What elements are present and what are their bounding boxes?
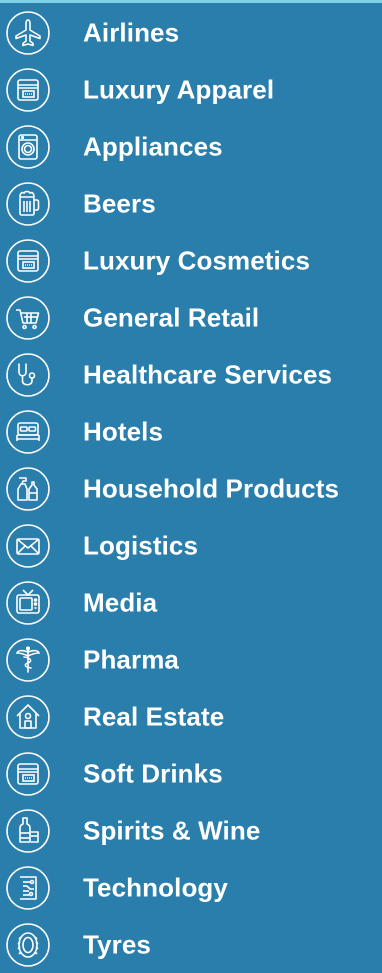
- menu-item-label: Airlines: [83, 17, 180, 47]
- menu-item-label: Pharma: [83, 644, 179, 674]
- menu-item-label: Technology: [83, 872, 228, 902]
- shopping-cart-icon: [5, 295, 51, 341]
- menu-item-label: Beers: [83, 188, 156, 218]
- menu-item-household-products[interactable]: Household Products: [0, 460, 382, 517]
- card-icon: [5, 67, 51, 113]
- tv-icon: [5, 580, 51, 626]
- menu-item-label: Healthcare Services: [83, 359, 333, 389]
- menu-item-pharma[interactable]: Pharma: [0, 631, 382, 688]
- menu-item-real-estate[interactable]: Real Estate: [0, 688, 382, 745]
- circuit-icon: [5, 865, 51, 911]
- menu-item-label: Spirits & Wine: [83, 815, 261, 845]
- menu-item-appliances[interactable]: Appliances: [0, 118, 382, 175]
- menu-item-general-retail[interactable]: General Retail: [0, 289, 382, 346]
- menu-item-spirits-wine[interactable]: Spirits & Wine: [0, 802, 382, 859]
- caduceus-icon: [5, 637, 51, 683]
- menu-item-healthcare-services[interactable]: Healthcare Services: [0, 346, 382, 403]
- bed-icon: [5, 409, 51, 455]
- menu-item-soft-drinks[interactable]: Soft Drinks: [0, 745, 382, 802]
- bottle-glass-icon: [5, 808, 51, 854]
- menu-item-beers[interactable]: Beers: [0, 175, 382, 232]
- card-icon: [5, 238, 51, 284]
- category-menu: Airlines Luxury Apparel Appliances Beers…: [0, 4, 382, 973]
- beer-mug-icon: [5, 181, 51, 227]
- menu-item-tyres[interactable]: Tyres: [0, 916, 382, 973]
- stethoscope-icon: [5, 352, 51, 398]
- airplane-icon: [5, 10, 51, 56]
- menu-item-media[interactable]: Media: [0, 574, 382, 631]
- menu-item-technology[interactable]: Technology: [0, 859, 382, 916]
- top-strip: [0, 0, 382, 3]
- menu-item-label: Logistics: [83, 530, 199, 560]
- menu-item-label: Appliances: [83, 131, 223, 161]
- washing-machine-icon: [5, 124, 51, 170]
- menu-item-label: Real Estate: [83, 701, 225, 731]
- menu-item-hotels[interactable]: Hotels: [0, 403, 382, 460]
- menu-item-label: Household Products: [83, 473, 340, 503]
- menu-item-luxury-cosmetics[interactable]: Luxury Cosmetics: [0, 232, 382, 289]
- menu-item-label: Luxury Cosmetics: [83, 245, 311, 275]
- menu-item-airlines[interactable]: Airlines: [0, 4, 382, 61]
- tyre-icon: [5, 922, 51, 968]
- spray-bottle-icon: [5, 466, 51, 512]
- menu-item-logistics[interactable]: Logistics: [0, 517, 382, 574]
- menu-item-label: Media: [83, 587, 158, 617]
- card-icon: [5, 751, 51, 797]
- house-icon: [5, 694, 51, 740]
- menu-item-label: General Retail: [83, 302, 260, 332]
- menu-item-label: Luxury Apparel: [83, 74, 275, 104]
- menu-item-luxury-apparel[interactable]: Luxury Apparel: [0, 61, 382, 118]
- menu-item-label: Tyres: [83, 929, 151, 959]
- menu-item-label: Soft Drinks: [83, 758, 223, 788]
- envelope-icon: [5, 523, 51, 569]
- menu-item-label: Hotels: [83, 416, 164, 446]
